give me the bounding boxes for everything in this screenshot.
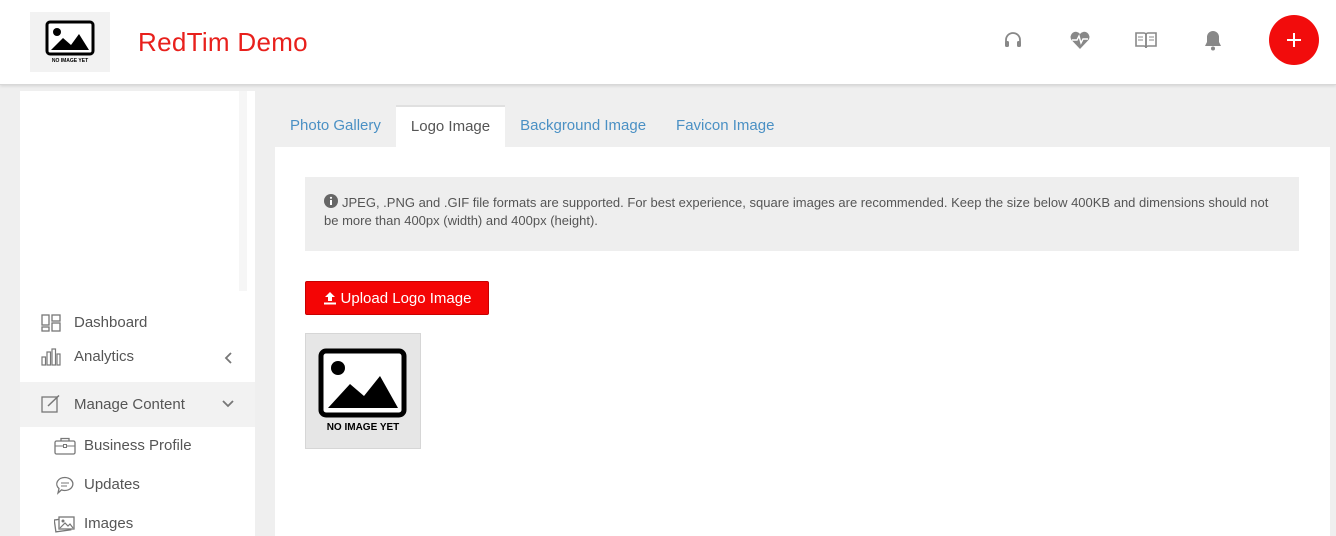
brand-name: RedTim Demo bbox=[138, 27, 308, 57]
tab-background-image[interactable]: Background Image bbox=[505, 105, 661, 147]
briefcase-icon bbox=[54, 436, 76, 456]
sidebar-item-label: Manage Content bbox=[74, 396, 185, 413]
tab-photo-gallery[interactable]: Photo Gallery bbox=[275, 105, 396, 147]
sidebar-item-manage-content[interactable]: Manage Content bbox=[20, 382, 255, 427]
chevron-down-icon bbox=[220, 396, 236, 412]
sidebar-subitem-business-profile[interactable]: Business Profile bbox=[20, 427, 255, 465]
bell-icon[interactable] bbox=[1199, 26, 1227, 54]
book-icon[interactable] bbox=[1132, 26, 1160, 54]
format-notice: JPEG, .PNG and .GIF file formats are sup… bbox=[305, 177, 1299, 251]
plus-icon bbox=[1287, 33, 1301, 47]
app-header: NO IMAGE YET RedTim Demo bbox=[0, 0, 1336, 85]
notice-text: JPEG, .PNG and .GIF file formats are sup… bbox=[324, 195, 1269, 228]
sidebar-subitem-label: Images bbox=[84, 515, 134, 532]
dashboard-icon bbox=[40, 313, 62, 333]
upload-icon bbox=[323, 292, 336, 305]
chevron-left-icon bbox=[220, 350, 236, 366]
sidebar-subitem-label: Business Profile bbox=[84, 437, 192, 454]
bar-chart-icon bbox=[40, 347, 62, 367]
svg-text:NO IMAGE YET: NO IMAGE YET bbox=[327, 422, 400, 433]
image-tabs: Photo Gallery Logo Image Background Imag… bbox=[275, 105, 789, 147]
upload-logo-label: Upload Logo Image bbox=[340, 289, 472, 307]
sidebar-subitem-images[interactable]: Images bbox=[20, 505, 255, 536]
logo-image-panel: JPEG, .PNG and .GIF file formats are sup… bbox=[275, 147, 1330, 536]
heart-pulse-icon[interactable] bbox=[1066, 26, 1094, 54]
info-icon bbox=[324, 194, 338, 208]
edit-icon bbox=[40, 394, 62, 414]
tab-logo-image[interactable]: Logo Image bbox=[395, 105, 506, 147]
sidebar-item-label: Analytics bbox=[74, 348, 135, 365]
chat-bubble-icon bbox=[54, 475, 76, 495]
no-image-placeholder-icon: NO IMAGE YET bbox=[318, 348, 407, 433]
sidebar-subitem-label: Updates bbox=[84, 476, 140, 493]
sidebar-item-label: Dashboard bbox=[74, 314, 148, 331]
upload-logo-button[interactable]: Upload Logo Image bbox=[305, 281, 489, 315]
svg-text:NO IMAGE YET: NO IMAGE YET bbox=[52, 58, 88, 64]
sidebar-subitem-updates[interactable]: Updates bbox=[20, 466, 255, 504]
sidebar-profile-area bbox=[20, 91, 247, 291]
tab-favicon-image[interactable]: Favicon Image bbox=[661, 105, 789, 147]
logo-preview: NO IMAGE YET bbox=[305, 333, 421, 449]
sidebar: Dashboard Analytics Manage Content Busin… bbox=[20, 91, 255, 536]
add-button[interactable] bbox=[1269, 15, 1319, 65]
brand-logo[interactable]: NO IMAGE YET bbox=[30, 12, 110, 72]
headset-icon[interactable] bbox=[999, 26, 1027, 54]
sidebar-item-analytics[interactable]: Analytics bbox=[20, 345, 255, 381]
images-icon bbox=[54, 514, 76, 534]
sidebar-item-dashboard[interactable]: Dashboard bbox=[20, 301, 255, 345]
no-image-placeholder-icon: NO IMAGE YET bbox=[45, 20, 95, 64]
